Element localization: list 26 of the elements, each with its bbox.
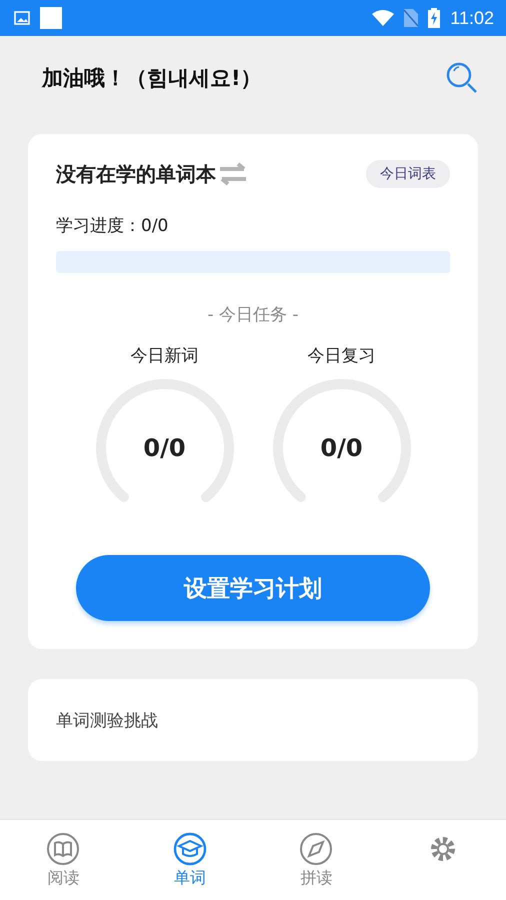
- wifi-icon: [372, 10, 394, 26]
- image-icon: [14, 11, 30, 25]
- battery-icon: [428, 8, 440, 28]
- gauge-value: 0/0: [320, 434, 363, 462]
- task-heading: - 今日任务 -: [206, 304, 300, 326]
- graduation-cap-icon: [172, 832, 207, 866]
- nav-tab[interactable]: 阅读: [0, 820, 126, 900]
- quiz-card[interactable]: 单词测验挑战: [28, 679, 478, 761]
- nav-tab[interactable]: 单词: [126, 820, 253, 900]
- today-list-button[interactable]: 今日词表: [366, 160, 450, 188]
- search-icon[interactable]: [446, 62, 478, 94]
- progress-label: 学习进度：0/0: [56, 215, 170, 237]
- wordbook-title: 没有在学的单词本: [56, 160, 216, 188]
- gauge-label: 今日新词: [130, 345, 198, 367]
- square-icon: [40, 7, 62, 29]
- no-sim-icon: [404, 9, 418, 27]
- quiz-label: 单词测验挑战: [56, 710, 158, 732]
- set-plan-button[interactable]: 设置学习计划: [76, 555, 430, 621]
- compass-icon: [299, 832, 334, 866]
- swap-icon[interactable]: [218, 162, 248, 186]
- gauge-value: 0/0: [143, 434, 186, 462]
- gauge-label: 今日复习: [308, 345, 376, 367]
- nav-tab[interactable]: 拼读: [253, 820, 380, 900]
- clock: 11:02: [450, 8, 494, 28]
- page-title: 加油哦！（힘내세요!）: [42, 65, 262, 92]
- book-icon: [46, 832, 80, 866]
